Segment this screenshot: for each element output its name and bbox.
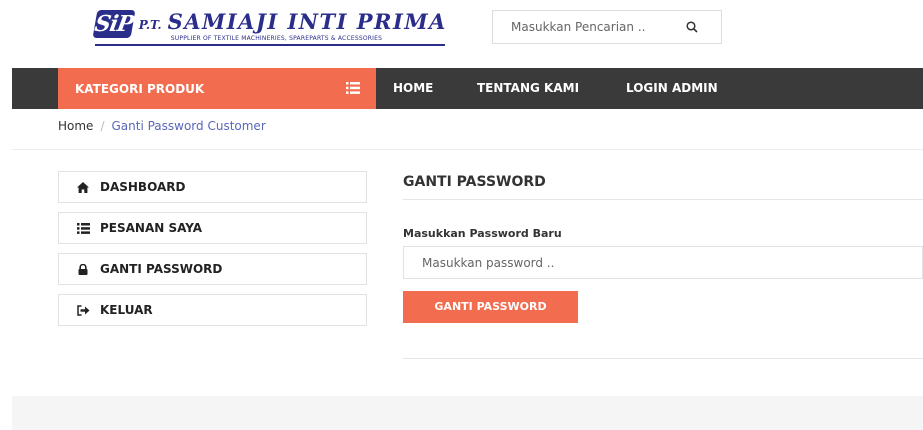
breadcrumb-home[interactable]: Home <box>58 119 93 133</box>
main-navbar: KATEGORI PRODUK HOME TENTANG KAMI LOGIN … <box>12 68 923 109</box>
logo-text: P.T. SAMIAJI INTI PRIMA SUPPLIER OF TEXT… <box>138 9 447 43</box>
logo-tagline: SUPPLIER OF TEXTILE MACHINERIES, SPAREPA… <box>170 35 383 42</box>
sidebar-item-label: DASHBOARD <box>100 180 186 194</box>
nav-about[interactable]: TENTANG KAMI <box>477 68 579 109</box>
sidebar-item-orders[interactable]: PESANAN SAYA <box>58 212 367 244</box>
logo-mark: SiP <box>92 10 136 38</box>
divider <box>403 358 923 359</box>
company-logo[interactable]: SiP P.T. SAMIAJI INTI PRIMA SUPPLIER OF … <box>92 9 447 48</box>
search-icon[interactable] <box>681 16 703 38</box>
sidebar-item-label: GANTI PASSWORD <box>100 262 223 276</box>
divider <box>12 149 923 150</box>
new-password-label: Masukkan Password Baru <box>403 227 562 240</box>
logo-company-name: SAMIAJI INTI PRIMA <box>167 9 447 34</box>
sidebar-item-logout[interactable]: KELUAR <box>58 294 367 326</box>
footer <box>12 396 923 430</box>
search-input[interactable] <box>511 20 677 34</box>
breadcrumb-current: Ganti Password Customer <box>111 119 266 133</box>
nav-login-admin[interactable]: LOGIN ADMIN <box>626 68 718 109</box>
nav-home[interactable]: HOME <box>393 68 433 109</box>
logo-underline <box>95 44 445 46</box>
search-box[interactable] <box>492 10 722 44</box>
change-password-button[interactable]: GANTI PASSWORD <box>403 291 578 323</box>
divider <box>403 199 923 200</box>
breadcrumb: Home / Ganti Password Customer <box>58 119 266 133</box>
list-icon <box>346 82 360 94</box>
sidebar-item-label: KELUAR <box>100 303 153 317</box>
new-password-field[interactable] <box>403 246 923 279</box>
breadcrumb-separator: / <box>100 119 105 133</box>
logo-prefix: P.T. <box>138 18 162 32</box>
page-title: GANTI PASSWORD <box>403 174 546 190</box>
home-icon <box>76 181 90 193</box>
category-menu-label: KATEGORI PRODUK <box>75 81 205 96</box>
sign-out-icon <box>76 304 90 316</box>
list-icon <box>76 222 90 234</box>
sidebar-item-label: PESANAN SAYA <box>100 221 203 235</box>
sidebar-item-change-password[interactable]: GANTI PASSWORD <box>58 253 367 285</box>
sidebar-item-dashboard[interactable]: DASHBOARD <box>58 171 367 203</box>
category-menu-button[interactable]: KATEGORI PRODUK <box>58 68 376 109</box>
lock-icon <box>76 263 90 275</box>
